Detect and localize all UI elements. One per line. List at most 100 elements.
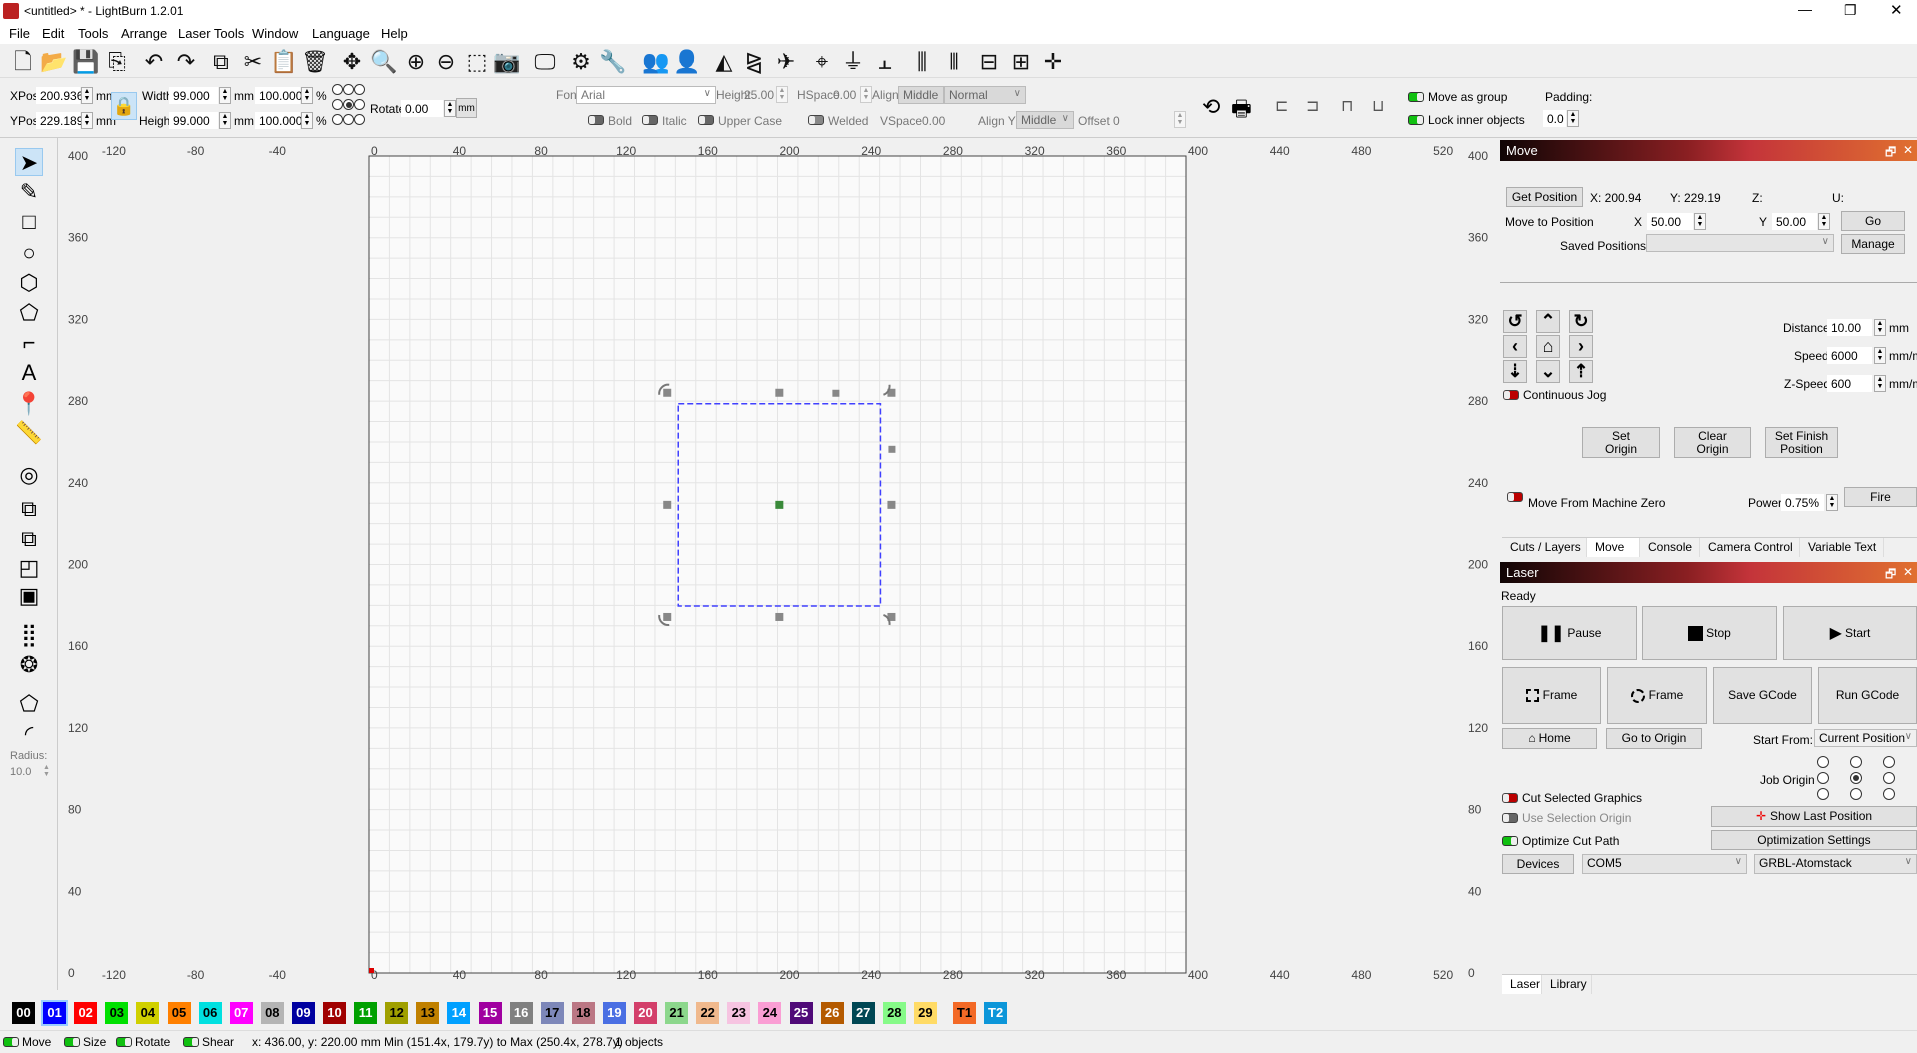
- saved-positions-select[interactable]: ∨: [1646, 234, 1834, 252]
- job-origin-radio[interactable]: [1817, 788, 1829, 800]
- clear-origin-button[interactable]: Clear Origin: [1674, 427, 1751, 458]
- close-icon[interactable]: ✕: [1903, 143, 1913, 157]
- flip-horizontal-icon[interactable]: ◭: [710, 48, 738, 76]
- ypos-input[interactable]: 229.189: [36, 112, 83, 129]
- measure-icon[interactable]: 📏: [15, 419, 43, 447]
- upper-case-toggle[interactable]: [698, 115, 714, 125]
- zspeed-input[interactable]: 600: [1827, 375, 1872, 392]
- distance-spinner[interactable]: ▲ ▼: [1874, 319, 1886, 336]
- size-toggle[interactable]: [64, 1037, 80, 1047]
- scale-handle[interactable]: [775, 612, 784, 621]
- shear-handle[interactable]: [832, 389, 840, 397]
- continuous-jog-toggle[interactable]: [1503, 390, 1519, 400]
- make-same-height-icon[interactable]: ⊞: [1007, 48, 1035, 76]
- scale-handle[interactable]: [663, 500, 672, 509]
- job-origin-radio[interactable]: [1883, 788, 1895, 800]
- text-height-spinner[interactable]: ▲ ▼: [776, 86, 788, 103]
- layer-swatch-18[interactable]: 18: [571, 1002, 595, 1024]
- manage-button[interactable]: Manage: [1841, 234, 1905, 254]
- layer-swatch-08[interactable]: 08: [260, 1002, 284, 1024]
- job-origin-selector[interactable]: [1816, 755, 1916, 805]
- rotate-input[interactable]: 0.00: [401, 100, 443, 117]
- anchor-point-radio[interactable]: [354, 84, 365, 95]
- z-up-button[interactable]: ⇡: [1569, 360, 1593, 383]
- layer-swatch-09[interactable]: 09: [291, 1002, 315, 1024]
- units-toggle-button[interactable]: mm: [456, 98, 477, 118]
- text-style-select[interactable]: Normal ∨: [944, 86, 1026, 104]
- menu-arrange[interactable]: Arrange: [121, 26, 167, 41]
- font-select[interactable]: Arial ∨: [576, 86, 716, 104]
- pause-button[interactable]: ❚❚ Pause: [1502, 606, 1637, 660]
- tab-move[interactable]: Move: [1587, 538, 1640, 557]
- layer-swatch-15[interactable]: 15: [478, 1002, 502, 1024]
- zoom-page-icon[interactable]: 🔍: [370, 48, 398, 76]
- layer-swatch-10[interactable]: 10: [323, 1002, 346, 1024]
- anchor-point-radio[interactable]: [332, 99, 343, 110]
- menu-language[interactable]: Language: [312, 26, 370, 41]
- start-from-select[interactable]: Current Position ∨: [1814, 729, 1917, 747]
- move-y-spinner[interactable]: ▲ ▼: [1818, 213, 1830, 230]
- monitor-icon[interactable]: 🖵: [531, 48, 559, 76]
- height-percent-input[interactable]: 100.000: [255, 112, 302, 129]
- xpos-spinner[interactable]: ▲ ▼: [81, 87, 93, 104]
- anchor-point-radio[interactable]: [343, 99, 354, 110]
- scale-handle[interactable]: [663, 388, 672, 397]
- anchor-point-selector[interactable]: [332, 81, 366, 131]
- align-top-icon[interactable]: ⊓: [1341, 96, 1353, 116]
- hspace-spinner[interactable]: ▲ ▼: [860, 86, 872, 103]
- tab-variable-text[interactable]: Variable Text: [1800, 538, 1884, 557]
- align-bottom-icon[interactable]: ⊔: [1372, 96, 1384, 116]
- lock-aspect-button[interactable]: 🔒: [111, 92, 137, 120]
- layer-swatch-28[interactable]: 28: [882, 1002, 906, 1024]
- jog-up-button[interactable]: ⌃: [1536, 310, 1560, 333]
- make-same-width-icon[interactable]: ⊟: [975, 48, 1003, 76]
- frame-rect-button[interactable]: Frame: [1502, 667, 1601, 724]
- power-input[interactable]: 0.75%: [1781, 494, 1824, 511]
- layer-swatch-14[interactable]: 14: [447, 1002, 471, 1024]
- scale-handle[interactable]: [663, 612, 672, 621]
- scale-handle[interactable]: [887, 500, 896, 509]
- redo-icon[interactable]: ↷: [172, 48, 200, 76]
- italic-toggle[interactable]: [642, 115, 658, 125]
- position-marker-icon[interactable]: 📍: [15, 390, 43, 418]
- align-vcenter-icon[interactable]: ⏚: [839, 48, 867, 76]
- boolean-subtract-icon[interactable]: ◰: [15, 554, 43, 582]
- cut-selected-graphics-toggle[interactable]: [1502, 793, 1518, 803]
- anchor-point-radio[interactable]: [354, 99, 365, 110]
- layer-swatch-29[interactable]: 29: [913, 1002, 937, 1024]
- layer-swatch-00[interactable]: 00: [12, 1002, 35, 1024]
- anchor-point-radio[interactable]: [332, 114, 343, 125]
- ungroup-icon[interactable]: 👤: [673, 48, 701, 76]
- shear-toggle[interactable]: [183, 1037, 199, 1047]
- zoom-in-icon[interactable]: ⊕: [402, 48, 430, 76]
- dock-icon[interactable]: ✛: [1039, 48, 1067, 76]
- layer-swatch-T2[interactable]: T2: [984, 1002, 1008, 1024]
- grid-array-icon[interactable]: ⣿: [15, 621, 43, 649]
- job-origin-radio[interactable]: [1817, 756, 1829, 768]
- edit-nodes-icon[interactable]: ⬠: [15, 299, 43, 327]
- close-icon[interactable]: ✕: [1890, 1, 1903, 19]
- rectangle-icon[interactable]: □: [15, 208, 43, 236]
- send-icon[interactable]: ✈: [772, 48, 800, 76]
- padding-spinner[interactable]: ▲ ▼: [1567, 110, 1579, 127]
- layer-swatch-17[interactable]: 17: [540, 1002, 564, 1024]
- xpos-input[interactable]: 200.936: [36, 87, 83, 104]
- move-y-input[interactable]: 50.00: [1772, 213, 1817, 230]
- boolean-union-icon[interactable]: ⧉: [15, 525, 43, 553]
- jog-right-button[interactable]: ›: [1569, 335, 1593, 358]
- select-icon[interactable]: ➤: [15, 148, 43, 176]
- layer-swatch-12[interactable]: 12: [385, 1002, 409, 1024]
- z-down-button[interactable]: ⇣: [1503, 360, 1527, 383]
- rotate-spinner[interactable]: ▲ ▼: [444, 100, 456, 117]
- optimization-settings-button[interactable]: Optimization Settings: [1711, 830, 1917, 850]
- align-left-icon[interactable]: ⊏: [1275, 96, 1288, 116]
- align-right-icon[interactable]: ⊐: [1306, 96, 1319, 116]
- offset-spinner[interactable]: ▲ ▼: [1174, 111, 1186, 128]
- layer-swatch-16[interactable]: 16: [509, 1002, 533, 1024]
- minimize-icon[interactable]: —: [1798, 1, 1812, 17]
- center-handle[interactable]: [775, 500, 784, 509]
- tab-console[interactable]: Console: [1640, 538, 1700, 557]
- start-button[interactable]: ▶ Start: [1783, 606, 1917, 660]
- boolean-intersect-icon[interactable]: ▣: [15, 582, 43, 610]
- layer-swatch-26[interactable]: 26: [820, 1002, 844, 1024]
